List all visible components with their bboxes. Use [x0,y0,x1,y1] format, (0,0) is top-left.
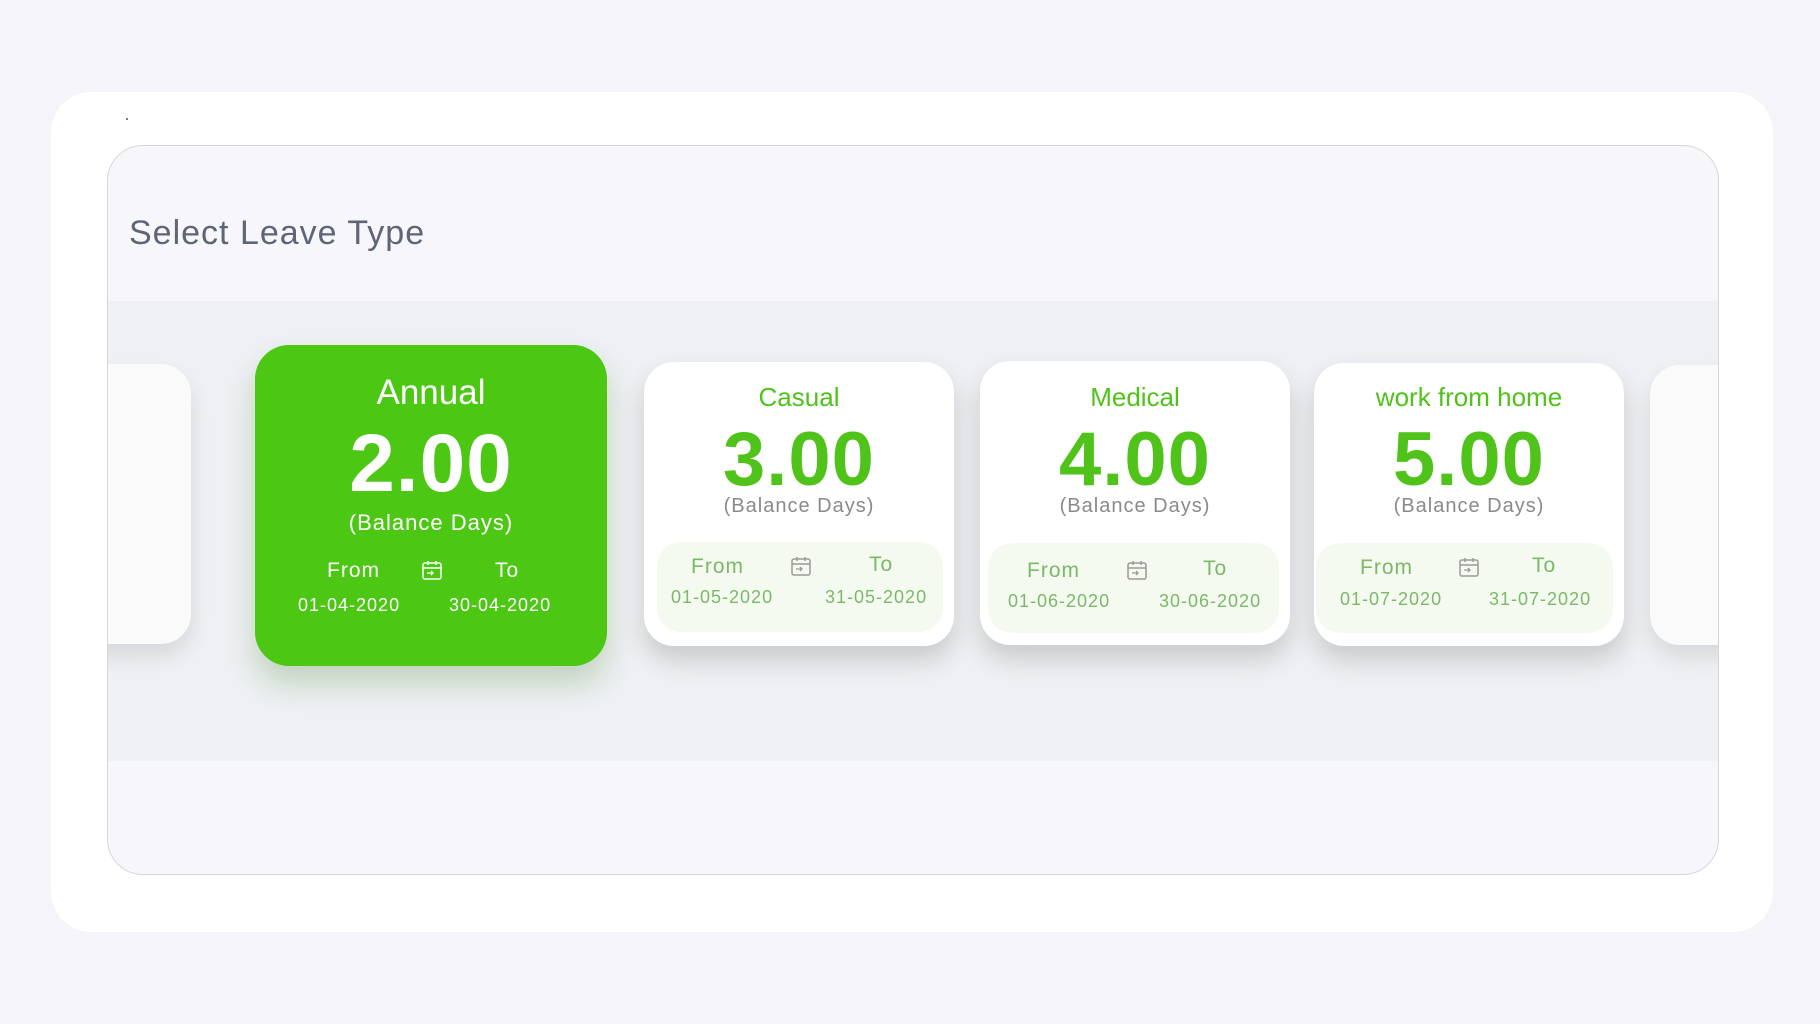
leave-card-partial-right[interactable] [1650,365,1718,645]
from-date: 01-06-2020 [1008,591,1111,611]
leave-type-panel: Select Leave Type Annual 2.00 (Balance D… [107,145,1719,875]
to-date: 30-04-2020 [449,595,552,615]
from-label: From [1027,559,1080,582]
leave-card-medical[interactable]: Medical 4.00 (Balance Days) From To 01-0… [980,361,1290,645]
leave-card-balance: 4.00 [1059,417,1211,502]
leave-card-balance: 5.00 [1393,417,1545,502]
calendar-icon [1126,559,1148,581]
leave-card-annual[interactable]: Annual 2.00 (Balance Days) From To 01-04… [255,345,607,666]
leave-card-caption: (Balance Days) [1393,495,1545,517]
leave-card-partial-left[interactable] [108,364,191,644]
to-date: 31-07-2020 [1489,589,1592,609]
leave-card-name: work from home [1375,382,1563,412]
from-date: 01-05-2020 [671,587,774,607]
leave-card-caption: (Balance Days) [1059,495,1211,517]
to-label: To [869,553,894,576]
date-range: From To 01-04-2020 30-04-2020 [255,559,607,649]
leave-card-name: Medical [1090,382,1180,412]
to-date: 30-06-2020 [1159,591,1262,611]
to-label: To [1532,554,1557,577]
from-date: 01-04-2020 [298,595,401,615]
leave-card-casual[interactable]: Casual 3.00 (Balance Days) From To 01-05… [644,362,954,646]
to-label: To [1203,557,1228,580]
from-date: 01-07-2020 [1340,589,1443,609]
leave-card-balance: 2.00 [349,418,513,509]
calendar-icon [790,555,812,577]
from-label: From [1360,556,1413,579]
calendar-icon [421,559,443,581]
decorative-dot [126,118,128,120]
date-range: From To 01-05-2020 31-05-2020 [657,542,943,632]
date-range: From To 01-06-2020 30-06-2020 [988,543,1279,633]
from-label: From [327,559,380,582]
leave-card-balance: 3.00 [723,417,875,502]
to-date: 31-05-2020 [825,587,928,607]
section-title: Select Leave Type [129,214,426,252]
leave-card-caption: (Balance Days) [348,510,514,535]
date-range: From To 01-07-2020 31-07-2020 [1316,543,1613,633]
leave-card-carousel[interactable]: Annual 2.00 (Balance Days) From To 01-04… [108,301,1718,761]
leave-card-name: Annual [376,373,486,412]
from-label: From [691,555,744,578]
to-label: To [495,559,520,582]
leave-card-work-from-home[interactable]: work from home 5.00 (Balance Days) From … [1314,363,1624,646]
leave-card-caption: (Balance Days) [723,495,875,517]
leave-card-name: Casual [758,382,840,412]
calendar-icon [1458,556,1480,578]
